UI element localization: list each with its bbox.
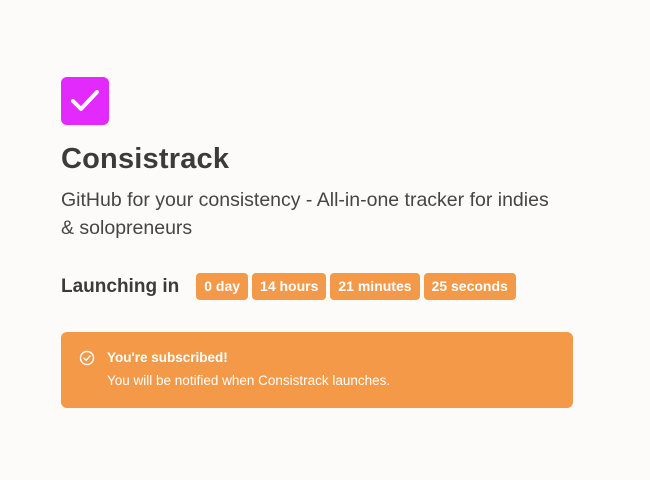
subscription-alert: You're subscribed! You will be notified …: [61, 332, 573, 408]
countdown-minutes-badge: 21 minutes: [330, 273, 420, 300]
alert-message: You will be notified when Consistrack la…: [107, 373, 391, 388]
landing-content: Consistrack GitHub for your consistency …: [61, 77, 581, 408]
countdown-seconds-badge: 25 seconds: [423, 273, 516, 300]
app-logo: [61, 77, 109, 125]
checkmark-icon: [71, 90, 99, 111]
check-circle-icon: [79, 350, 95, 366]
page-title: Consistrack: [61, 143, 230, 175]
alert-body: You're subscribed! You will be notified …: [107, 349, 390, 408]
page-subtitle: GitHub for your consistency - All-in-one…: [61, 189, 549, 239]
countdown-days-badge: 0 day: [196, 273, 249, 300]
countdown-row: Launching in 0 day 14 hours 21 minutes 2…: [61, 273, 581, 300]
countdown-hours-badge: 14 hours: [252, 273, 327, 300]
alert-title: You're subscribed!: [107, 350, 228, 365]
countdown-label: Launching in: [61, 275, 180, 297]
